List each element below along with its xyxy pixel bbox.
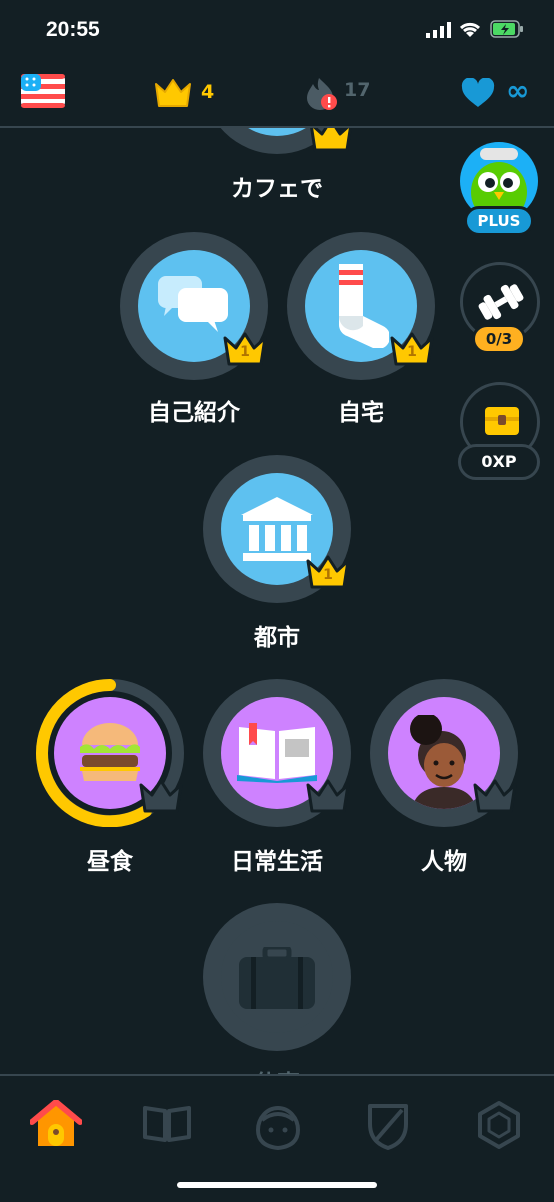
skill-city[interactable]: 1 xyxy=(203,455,351,603)
skill-label-cafe: カフェで xyxy=(231,176,323,202)
us-flag-icon[interactable] xyxy=(21,74,65,112)
heart-icon xyxy=(460,77,496,112)
suitcase-icon xyxy=(239,944,315,1013)
crown-badge-icon: 1 xyxy=(305,553,351,591)
dumbbell-icon xyxy=(477,283,525,325)
streak-stat[interactable]: 17 xyxy=(303,74,383,112)
skill-locked[interactable] xyxy=(203,903,351,1051)
flame-icon xyxy=(303,76,339,116)
streak-count: 17 xyxy=(344,79,371,101)
skill-people[interactable] xyxy=(370,679,518,827)
wifi-icon xyxy=(458,20,482,42)
practice-badge: 0/3 xyxy=(472,324,526,354)
hearts-stat[interactable]: ∞ xyxy=(460,74,540,112)
book-icon xyxy=(142,1106,192,1148)
person-icon xyxy=(406,713,482,809)
crown-badge-icon xyxy=(305,777,351,815)
status-time: 20:55 xyxy=(46,18,100,41)
skill-intro[interactable]: 1 xyxy=(120,232,268,380)
skill-cafe[interactable] xyxy=(203,128,354,154)
plus-button[interactable]: PLUS xyxy=(458,142,540,238)
plus-badge: PLUS xyxy=(464,206,534,236)
building-icon xyxy=(239,497,315,565)
home-indicator xyxy=(177,1182,377,1188)
xp-label: 0XP xyxy=(481,452,517,471)
practice-count: 0/3 xyxy=(485,330,513,348)
crown-icon xyxy=(154,78,192,112)
crown-badge-icon xyxy=(472,777,518,815)
crown-level: 1 xyxy=(407,344,417,360)
nav-stories[interactable] xyxy=(142,1104,192,1148)
plus-label: PLUS xyxy=(477,212,521,230)
crown-badge-icon xyxy=(138,777,184,815)
chest-icon xyxy=(485,405,519,441)
crown-badge-icon xyxy=(308,128,354,154)
avatar-icon xyxy=(252,1106,304,1154)
practice-button[interactable]: 0/3 xyxy=(458,262,540,360)
home-icon xyxy=(29,1099,83,1152)
shield-icon xyxy=(366,1104,410,1154)
skill-circle xyxy=(221,921,333,1033)
xp-button[interactable]: 0XP xyxy=(458,382,540,482)
signal-icon xyxy=(426,22,452,42)
skill-daily[interactable] xyxy=(203,679,351,827)
battery-icon xyxy=(490,20,524,42)
skill-home[interactable]: 1 xyxy=(287,232,435,380)
crowns-stat[interactable]: 4 xyxy=(154,76,224,110)
nav-shop[interactable] xyxy=(476,1100,522,1152)
crowns-count: 4 xyxy=(201,81,215,103)
crown-badge-icon: 1 xyxy=(389,330,435,368)
top-bar: 4 17 ∞ xyxy=(0,62,554,126)
hearts-count: ∞ xyxy=(506,74,530,107)
skill-label-locked: 仕事 xyxy=(177,1064,377,1074)
nav-profile[interactable] xyxy=(252,1100,304,1152)
skill-label-home: 自宅 xyxy=(338,400,384,426)
nav-learn[interactable] xyxy=(29,1099,83,1152)
skill-lunch[interactable] xyxy=(36,679,184,827)
crown-level: 1 xyxy=(323,567,333,583)
crown-level: 1 xyxy=(240,344,250,360)
crown-badge-icon: 1 xyxy=(222,330,268,368)
burger-icon xyxy=(78,721,142,789)
xp-badge: 0XP xyxy=(458,444,540,480)
speech-bubbles-icon xyxy=(158,276,232,340)
hexagon-icon xyxy=(476,1101,522,1154)
nav-leaderboard[interactable] xyxy=(366,1102,410,1152)
skill-label-people: 人物 xyxy=(421,849,467,875)
sock-icon xyxy=(333,264,391,352)
skill-label-city: 都市 xyxy=(254,625,300,651)
